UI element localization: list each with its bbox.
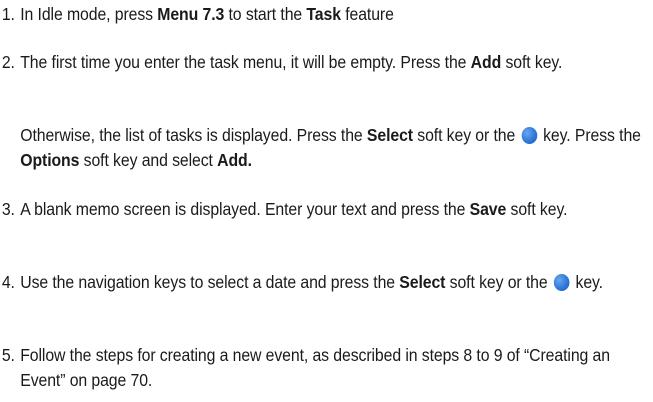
step-2-note: Otherwise, the list of tasks is displaye… xyxy=(0,123,641,173)
step-text: A blank memo screen is displayed. Enter … xyxy=(20,199,568,219)
step-1: 1. In Idle mode, press Menu 7.3 to start… xyxy=(0,2,601,27)
step-3: 3. A blank memo screen is displayed. Ent… xyxy=(0,197,601,222)
step-text: In Idle mode, press Menu 7.3 to start th… xyxy=(20,4,394,24)
note-text: Otherwise, the list of tasks is displaye… xyxy=(20,125,641,170)
step-text: Use the navigation keys to select a date… xyxy=(20,272,603,292)
step-number: 3. xyxy=(1,199,15,219)
step-2: 2. The first time you enter the task men… xyxy=(0,50,601,75)
step-5: 5. Follow the steps for creating a new e… xyxy=(0,343,610,393)
instruction-page: 1. In Idle mode, press Menu 7.3 to start… xyxy=(0,0,653,402)
step-4: 4. Use the navigation keys to select a d… xyxy=(0,270,603,295)
step-number: 4. xyxy=(1,272,15,292)
step-text: Follow the steps for creating a new even… xyxy=(20,345,610,390)
step-number: 2. xyxy=(1,52,15,72)
step-number: 1. xyxy=(1,4,15,24)
step-number: 5. xyxy=(1,345,15,365)
ok-key-icon xyxy=(553,274,570,291)
step-text: The first time you enter the task menu, … xyxy=(20,52,563,72)
ok-key-icon xyxy=(521,127,537,144)
